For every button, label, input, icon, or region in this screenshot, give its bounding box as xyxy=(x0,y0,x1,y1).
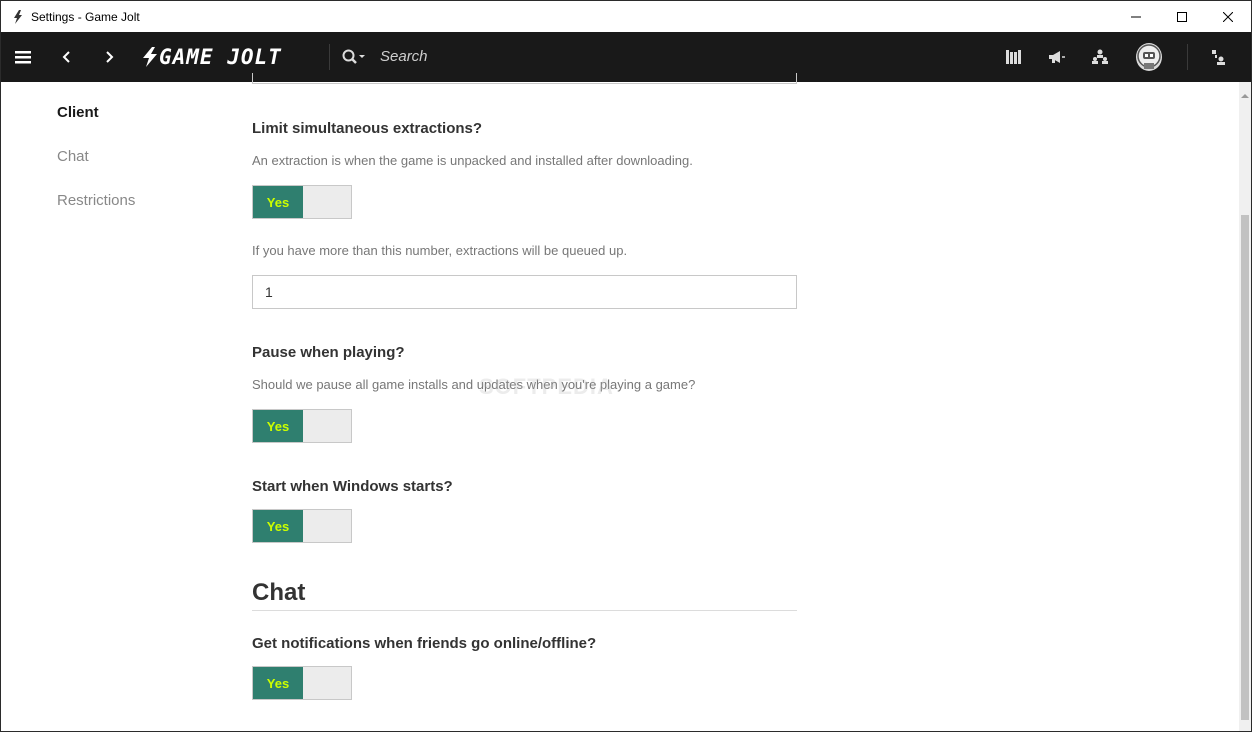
logo-text: GAME JOLT xyxy=(159,45,282,69)
startup-toggle[interactable]: Yes xyxy=(252,509,352,543)
friend-notifications-toggle[interactable]: Yes xyxy=(252,666,352,700)
extractions-description: An extraction is when the game is unpack… xyxy=(252,153,693,168)
connection-icon[interactable] xyxy=(1207,32,1229,82)
scrollbar-thumb[interactable] xyxy=(1241,215,1249,720)
extractions-question: Limit simultaneous extractions? xyxy=(252,120,483,137)
nav-separator-right xyxy=(1187,44,1188,70)
section-divider xyxy=(252,610,797,611)
pause-description: Should we pause all game installs and up… xyxy=(252,377,696,392)
library-icon[interactable] xyxy=(1003,32,1025,82)
friends-icon[interactable] xyxy=(1089,32,1111,82)
sidebar-item-restrictions[interactable]: Restrictions xyxy=(57,192,135,209)
window-controls xyxy=(1113,1,1251,32)
menu-icon[interactable] xyxy=(9,32,37,82)
announcements-icon[interactable] xyxy=(1045,32,1069,82)
window-title: Settings - Game Jolt xyxy=(31,9,140,24)
watermark: SOFTPEDIA xyxy=(479,374,614,399)
startup-question: Start when Windows starts? xyxy=(252,478,453,495)
toggle-yes-label: Yes xyxy=(253,410,303,442)
game-jolt-app-icon xyxy=(11,9,25,24)
sidebar-item-client[interactable]: Client xyxy=(57,104,99,121)
scroll-up-icon[interactable] xyxy=(1241,86,1249,98)
forward-chevron-icon[interactable] xyxy=(100,32,120,82)
toggle-yes-label: Yes xyxy=(253,186,303,218)
pause-toggle[interactable]: Yes xyxy=(252,409,352,443)
avatar[interactable] xyxy=(1136,43,1162,71)
back-chevron-icon[interactable] xyxy=(56,32,76,82)
previous-input-field[interactable] xyxy=(252,73,797,84)
extractions-queue-note: If you have more than this number, extra… xyxy=(252,243,628,258)
scrollbar[interactable] xyxy=(1239,82,1251,731)
toggle-yes-label: Yes xyxy=(253,510,303,542)
friend-notifications-question: Get notifications when friends go online… xyxy=(252,635,597,652)
title-bar: Settings - Game Jolt xyxy=(1,1,1251,32)
max-extractions-input[interactable]: 1 xyxy=(252,275,797,309)
pause-question: Pause when playing? xyxy=(252,344,405,361)
close-icon[interactable] xyxy=(1205,1,1251,32)
nav-separator xyxy=(329,44,330,70)
game-jolt-logo[interactable]: GAME JOLT xyxy=(141,45,282,69)
toggle-yes-label: Yes xyxy=(253,667,303,699)
maximize-icon[interactable] xyxy=(1159,1,1205,32)
app-window: Settings - Game Jolt GAME JOLT Search Cl… xyxy=(0,0,1252,732)
minimize-icon[interactable] xyxy=(1113,1,1159,32)
chat-section-heading: Chat xyxy=(252,579,306,606)
extractions-toggle[interactable]: Yes xyxy=(252,185,352,219)
sidebar-item-chat[interactable]: Chat xyxy=(57,148,89,165)
